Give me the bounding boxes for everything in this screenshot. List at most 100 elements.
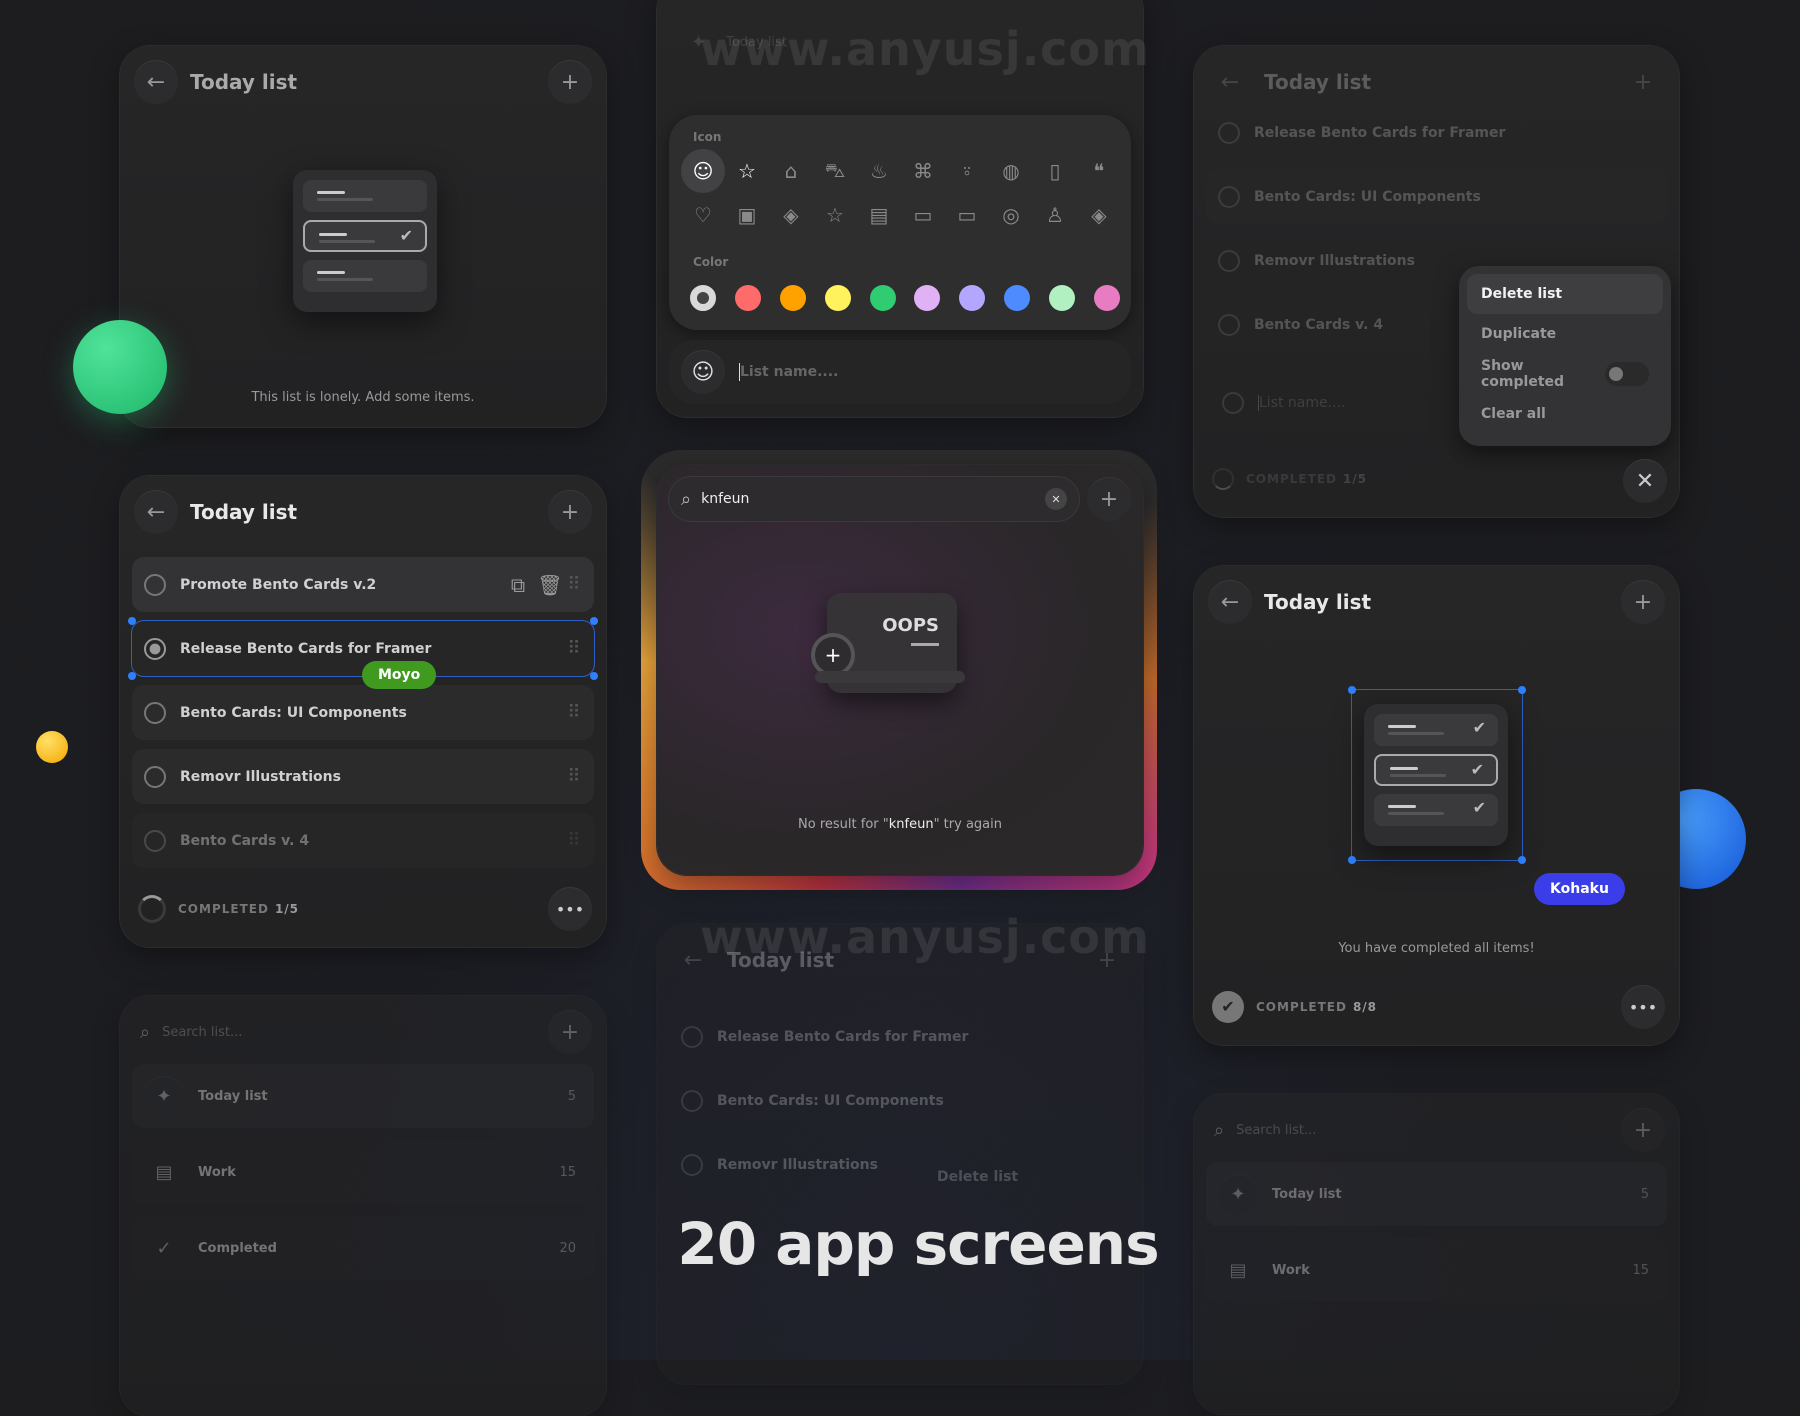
color-swatch[interactable]	[1093, 285, 1120, 311]
flame-icon[interactable]: ♨	[857, 149, 901, 193]
list-count: 15	[559, 1164, 576, 1180]
check-circle-icon: ✔	[1212, 991, 1244, 1023]
star-icon[interactable]: ☆	[725, 149, 769, 193]
drag-handle-icon[interactable]: ⠿	[566, 704, 582, 722]
clear-all-item[interactable]: Clear all	[1467, 394, 1663, 434]
item-checkbox[interactable]	[144, 765, 166, 788]
add-item-button[interactable]: +	[548, 490, 592, 534]
back-button[interactable]: ←	[134, 60, 178, 104]
add-item-button[interactable]: +	[1621, 60, 1665, 104]
item-checkbox[interactable]	[144, 637, 166, 660]
close-menu-button[interactable]: ✕	[1623, 459, 1667, 503]
heart-icon[interactable]: ♡	[681, 193, 725, 237]
search-list-input[interactable]: Search list...	[1236, 1123, 1621, 1138]
compass-icon[interactable]: ◈	[769, 193, 813, 237]
drag-handle-icon[interactable]: ⠿	[566, 832, 582, 850]
user-icon[interactable]: ♙	[1033, 193, 1077, 237]
list-count: 5	[1640, 1186, 1649, 1202]
command-icon[interactable]: ⌘	[901, 149, 945, 193]
item-checkbox[interactable]	[681, 1025, 703, 1048]
laptop-2-icon[interactable]: ▭	[945, 193, 989, 237]
duplicate-item[interactable]: Duplicate	[1467, 314, 1663, 354]
home-icon[interactable]: ⌂	[769, 149, 813, 193]
drag-handle-icon[interactable]: ⠿	[566, 640, 582, 658]
list-item[interactable]: Bento Cards: UI Components	[669, 1073, 1131, 1128]
search-icon: ⌕	[681, 488, 692, 510]
compass-2-icon[interactable]: ◈	[1077, 193, 1121, 237]
show-completed-item[interactable]: Show completed	[1467, 354, 1663, 394]
user-check-icon[interactable]: ⍤	[945, 149, 989, 193]
list-item[interactable]: Removr Illustrations	[669, 1137, 1131, 1192]
selected-smile-icon[interactable]: ☺	[681, 350, 725, 394]
show-completed-toggle[interactable]	[1605, 362, 1649, 386]
item-checkbox[interactable]	[144, 573, 166, 596]
icon-label: Icon	[693, 130, 722, 144]
list-name: Work	[198, 1164, 236, 1180]
sticky-note-icon[interactable]: ▤	[857, 193, 901, 237]
color-swatch[interactable]	[734, 285, 761, 311]
list-entry[interactable]: ▤ Work 15	[132, 1140, 594, 1204]
image-icon[interactable]: ▣	[725, 193, 769, 237]
add-list-button[interactable]: +	[548, 1010, 592, 1054]
list-item[interactable]: Release Bento Cards for Framer ⠿ Moyo	[128, 617, 598, 689]
item-checkbox[interactable]	[1218, 185, 1240, 208]
list-item[interactable]: Bento Cards: UI Components	[1206, 169, 1667, 224]
list-item[interactable]: Release Bento Cards for Framer	[1206, 105, 1667, 160]
item-checkbox[interactable]	[144, 701, 166, 724]
selection-handle[interactable]	[128, 617, 136, 625]
quote-icon[interactable]: ❝	[1077, 149, 1121, 193]
list-name-field[interactable]: ☺ List name....	[669, 340, 1131, 404]
item-checkbox[interactable]	[1218, 313, 1240, 336]
copy-icon[interactable]: ⧉	[502, 573, 534, 597]
smile-icon[interactable]: ☺	[681, 149, 725, 193]
selection-handle[interactable]	[590, 672, 598, 680]
search-field[interactable]: ⌕ knfeun ✕	[669, 477, 1079, 521]
color-swatch[interactable]	[779, 285, 806, 311]
more-options-button[interactable]: •••	[548, 887, 592, 931]
item-checkbox[interactable]	[144, 829, 166, 852]
back-button[interactable]: ←	[1208, 60, 1252, 104]
back-button[interactable]: ←	[1208, 580, 1252, 624]
delete-list-item[interactable]: Delete list	[1467, 274, 1663, 314]
item-checkbox[interactable]	[1218, 249, 1240, 272]
clear-search-button[interactable]: ✕	[1045, 488, 1067, 510]
color-swatch[interactable]	[1049, 285, 1075, 311]
car-icon[interactable]: ⛍	[813, 149, 857, 193]
sd-card-icon[interactable]: ▯	[1033, 149, 1077, 193]
delete-list-item[interactable]: Delete list	[937, 1169, 1018, 1185]
planet-icon[interactable]: ◍	[989, 149, 1033, 193]
trash-icon[interactable]: 🗑	[534, 573, 566, 597]
search-list-input[interactable]: Search list...	[162, 1025, 548, 1040]
selection-handle[interactable]	[128, 672, 136, 680]
item-checkbox[interactable]	[681, 1153, 703, 1176]
list-item[interactable]: Release Bento Cards for Framer	[669, 1009, 1131, 1064]
color-swatch[interactable]	[869, 285, 896, 311]
list-item[interactable]: Bento Cards: UI Components ⠿	[132, 685, 594, 740]
add-item-button[interactable]: +	[548, 60, 592, 104]
list-item[interactable]: Promote Bento Cards v.2 ⧉ 🗑 ⠿	[132, 557, 594, 612]
add-item-button[interactable]: +	[1621, 580, 1665, 624]
item-checkbox[interactable]	[681, 1089, 703, 1112]
list-item[interactable]: Removr Illustrations ⠿	[132, 749, 594, 804]
selection-handle[interactable]	[590, 617, 598, 625]
laptop-icon[interactable]: ▭	[901, 193, 945, 237]
add-list-button[interactable]: +	[1621, 1108, 1665, 1152]
list-entry[interactable]: ✦ Today list 5	[132, 1064, 594, 1128]
disc-icon[interactable]: ◎	[989, 193, 1033, 237]
list-item[interactable]: Bento Cards v. 4 ⠿	[132, 813, 594, 868]
star-outline-icon[interactable]: ☆	[813, 193, 857, 237]
color-swatch[interactable]	[959, 285, 986, 311]
add-button[interactable]: +	[1087, 477, 1131, 521]
item-label: Bento Cards: UI Components	[180, 704, 407, 721]
back-button[interactable]: ←	[134, 490, 178, 534]
color-swatch[interactable]	[824, 285, 851, 311]
item-label: Removr Illustrations	[180, 768, 341, 785]
color-swatch[interactable]	[690, 285, 716, 311]
color-swatch[interactable]	[1004, 285, 1031, 311]
more-options-button[interactable]: •••	[1621, 985, 1665, 1029]
no-result-message: No result for "knfeun" try again	[798, 817, 1002, 832]
drag-handle-icon[interactable]: ⠿	[566, 576, 582, 594]
color-swatch[interactable]	[914, 285, 941, 311]
drag-handle-icon[interactable]: ⠿	[566, 768, 582, 786]
item-checkbox[interactable]	[1218, 121, 1240, 144]
